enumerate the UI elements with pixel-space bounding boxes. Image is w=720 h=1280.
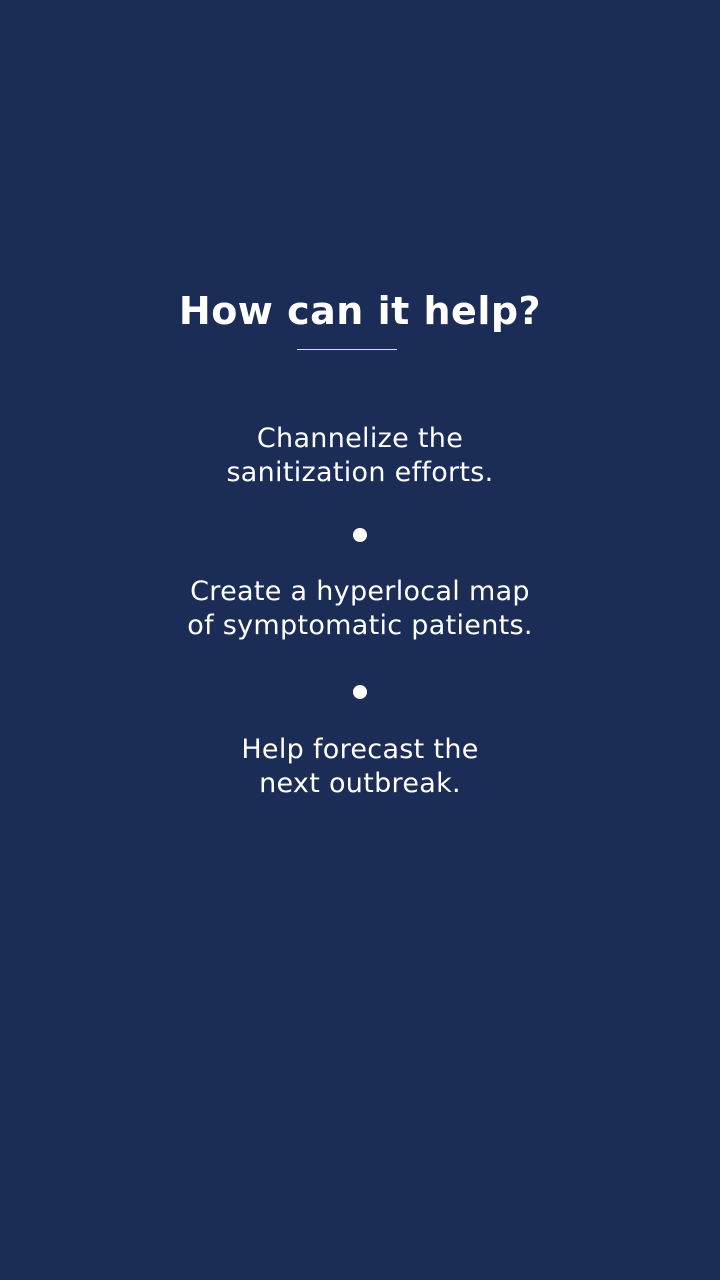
title-divider — [297, 349, 397, 350]
benefit-item-3: Help forecast the next outbreak. — [0, 733, 720, 801]
benefit-2-line-1: Create a hyperlocal map — [190, 576, 530, 607]
benefit-3-line-1: Help forecast the — [241, 734, 479, 765]
bullet-dot-icon — [353, 528, 367, 542]
bullet-dot-icon — [353, 685, 367, 699]
page-title: How can it help? — [178, 289, 542, 333]
benefit-3-line-2: next outbreak. — [259, 768, 461, 799]
benefit-item-2: Create a hyperlocal map of symptomatic p… — [0, 575, 720, 643]
benefit-1-line-1: Channelize the — [256, 423, 464, 454]
benefit-item-1: Channelize the sanitization efforts. — [0, 422, 720, 490]
benefit-2-line-2: of symptomatic patients. — [187, 610, 533, 641]
help-screen: How can it help? Channelize the sanitiza… — [0, 0, 720, 1280]
benefit-1-line-2: sanitization efforts. — [226, 457, 494, 488]
